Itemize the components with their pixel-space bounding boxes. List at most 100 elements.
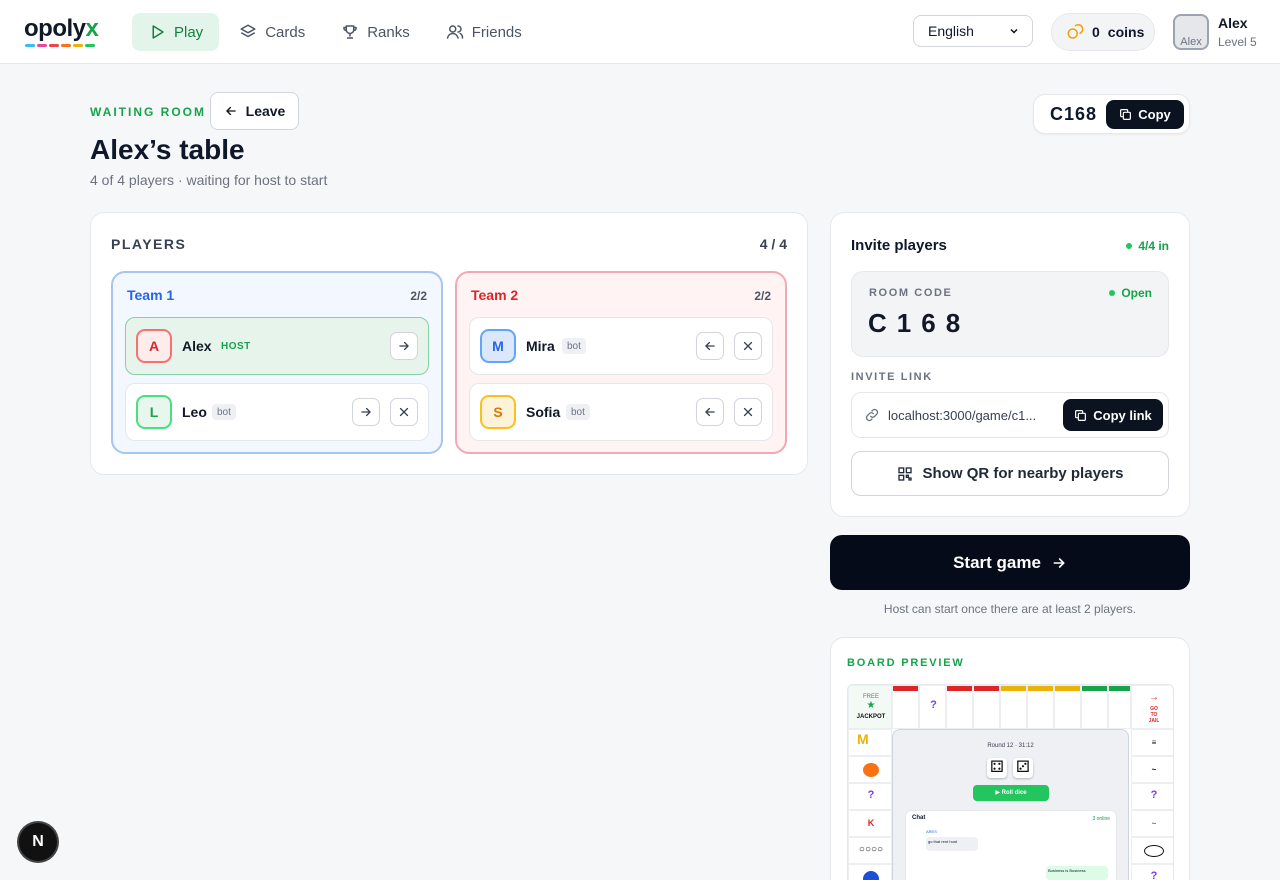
board-cell: ○○○○ bbox=[848, 837, 892, 864]
player-name: Alex bbox=[182, 338, 212, 354]
copy-icon bbox=[1075, 409, 1087, 421]
top-navigation-bar: opolyx Play Cards Ranks Friends English … bbox=[0, 0, 1280, 64]
move-to-team-1-button[interactable] bbox=[696, 398, 724, 426]
soda-logo-icon bbox=[863, 871, 879, 880]
avatar-alt-text: Alex bbox=[1180, 36, 1202, 48]
user-avatar[interactable]: Alex bbox=[1173, 14, 1209, 50]
opolyx-logo[interactable]: opolyx bbox=[24, 17, 99, 41]
team-name: Team 2 bbox=[471, 287, 519, 303]
move-to-team-1-button[interactable] bbox=[696, 332, 724, 360]
corner-jackpot-text: JACKPOT bbox=[856, 714, 886, 720]
language-select[interactable]: English bbox=[913, 15, 1033, 47]
start-game-button[interactable]: Start game bbox=[830, 535, 1190, 590]
nav-friends-label: Friends bbox=[471, 23, 522, 41]
language-selected-value: English bbox=[928, 23, 974, 39]
invite-link-field[interactable]: localhost:3000/game/c1... Copy link bbox=[851, 392, 1169, 438]
copy-link-label: Copy link bbox=[1093, 407, 1152, 423]
chat-title: Chat bbox=[912, 815, 926, 821]
corner-jail-text: GO TO JAIL bbox=[1148, 706, 1160, 724]
move-to-team-2-button[interactable] bbox=[390, 332, 418, 360]
board-cell: ~ bbox=[1131, 810, 1173, 837]
show-qr-button[interactable]: Show QR for nearby players bbox=[851, 451, 1169, 496]
invite-card: Invite players 4/4 in ROOM CODE Open C16… bbox=[830, 212, 1190, 517]
cat-logo-icon: ~ bbox=[1151, 765, 1157, 774]
player-row-alex: A Alex HOST bbox=[125, 317, 429, 375]
roll-dice-button: ▶ Roll dice bbox=[973, 785, 1049, 801]
chat-online: 3 online bbox=[1092, 816, 1110, 822]
die-icon: ⚃ bbox=[987, 758, 1007, 778]
board-cell bbox=[946, 685, 973, 729]
copy-link-button[interactable]: Copy link bbox=[1063, 399, 1163, 431]
players-card: PLAYERS 4 / 4 Team 1 2/2 A Alex HOST L L… bbox=[90, 212, 808, 475]
move-to-team-2-button[interactable] bbox=[352, 398, 380, 426]
host-badge: HOST bbox=[221, 340, 251, 352]
nav-cards[interactable]: Cards bbox=[223, 13, 321, 51]
status-dot-icon bbox=[1126, 243, 1133, 249]
close-icon bbox=[743, 341, 753, 351]
dev-tools-badge[interactable]: N bbox=[19, 823, 57, 861]
arches-logo-icon: M bbox=[857, 731, 869, 747]
status-dot-icon bbox=[1109, 290, 1116, 296]
chance-icon: ? bbox=[1150, 789, 1158, 801]
chat-message: go that rent hunt bbox=[926, 837, 978, 851]
board-cell: ? bbox=[848, 783, 892, 810]
room-code-box: ROOM CODE Open C168 bbox=[851, 271, 1169, 357]
remove-player-button[interactable] bbox=[390, 398, 418, 426]
page-title: Alex’s table bbox=[90, 134, 245, 165]
remove-player-button[interactable] bbox=[734, 332, 762, 360]
arrow-left-icon bbox=[225, 106, 236, 116]
chat-message: Business is Business bbox=[1046, 866, 1108, 880]
room-code: C168 bbox=[1050, 104, 1098, 124]
player-name: Mira bbox=[526, 338, 555, 354]
board-cell bbox=[1131, 837, 1173, 864]
user-name: Alex bbox=[1218, 15, 1248, 31]
coins-balance[interactable]: 0 coins bbox=[1051, 13, 1155, 51]
remove-player-button[interactable] bbox=[734, 398, 762, 426]
player-avatar: A bbox=[136, 329, 172, 363]
player-name: Sofia bbox=[526, 404, 561, 420]
logo-color-stripe bbox=[25, 44, 95, 47]
nav-play-label: Play bbox=[174, 23, 204, 41]
board-cell bbox=[1081, 685, 1108, 729]
stripes-logo-icon: ≡ bbox=[1151, 738, 1157, 747]
close-icon bbox=[743, 407, 753, 417]
board-cell: ? bbox=[919, 685, 946, 729]
player-row-sofia: S Sofia bot bbox=[469, 383, 773, 441]
room-code-pill: C168 Copy bbox=[1033, 94, 1190, 134]
coins-icon bbox=[1067, 23, 1084, 39]
board-cell: ? bbox=[1131, 864, 1173, 880]
play-icon bbox=[152, 25, 164, 39]
chat-user: ARES bbox=[926, 829, 937, 834]
players-count: 4 / 4 bbox=[759, 236, 787, 252]
nav-friends[interactable]: Friends bbox=[430, 13, 538, 51]
board-preview-label: BOARD PREVIEW bbox=[847, 657, 965, 669]
players-label: PLAYERS bbox=[111, 236, 187, 252]
team-2-panel: Team 2 2/2 M Mira bot S Sofia bot bbox=[455, 271, 787, 454]
die-icon: ⚂ bbox=[1013, 758, 1033, 778]
oval-logo-icon bbox=[1144, 845, 1164, 857]
nav-ranks[interactable]: Ranks bbox=[325, 13, 426, 51]
arrow-left-icon bbox=[705, 407, 715, 417]
crocodile-logo-icon: ~ bbox=[1151, 819, 1157, 828]
leave-button[interactable]: Leave bbox=[210, 92, 299, 130]
nav-play[interactable]: Play bbox=[132, 13, 220, 51]
arrow-right-icon: → bbox=[1149, 692, 1159, 703]
chance-icon: ? bbox=[1150, 870, 1158, 880]
bot-badge: bot bbox=[566, 404, 590, 420]
board-cell bbox=[1027, 685, 1054, 729]
link-icon bbox=[865, 408, 879, 422]
page-subtitle: 4 of 4 players · waiting for host to sta… bbox=[90, 172, 328, 188]
burger-logo-icon bbox=[863, 763, 879, 777]
board-cell bbox=[848, 756, 892, 783]
trophy-icon bbox=[343, 25, 358, 39]
start-game-note: Host can start once there are at least 2… bbox=[883, 602, 1137, 616]
board-preview-card: BOARD PREVIEW FREE ★ JACKPOT ? → GO TO JAI… bbox=[830, 637, 1190, 880]
user-level: Level 5 bbox=[1218, 35, 1257, 49]
copy-code-button[interactable]: Copy bbox=[1106, 100, 1184, 129]
room-open-status: Open bbox=[1109, 286, 1152, 300]
leave-button-label: Leave bbox=[245, 103, 286, 119]
board-cell bbox=[973, 685, 1000, 729]
start-game-label: Start game bbox=[953, 552, 1041, 572]
team-name: Team 1 bbox=[127, 287, 175, 303]
invite-link-label: INVITE LINK bbox=[851, 371, 933, 383]
